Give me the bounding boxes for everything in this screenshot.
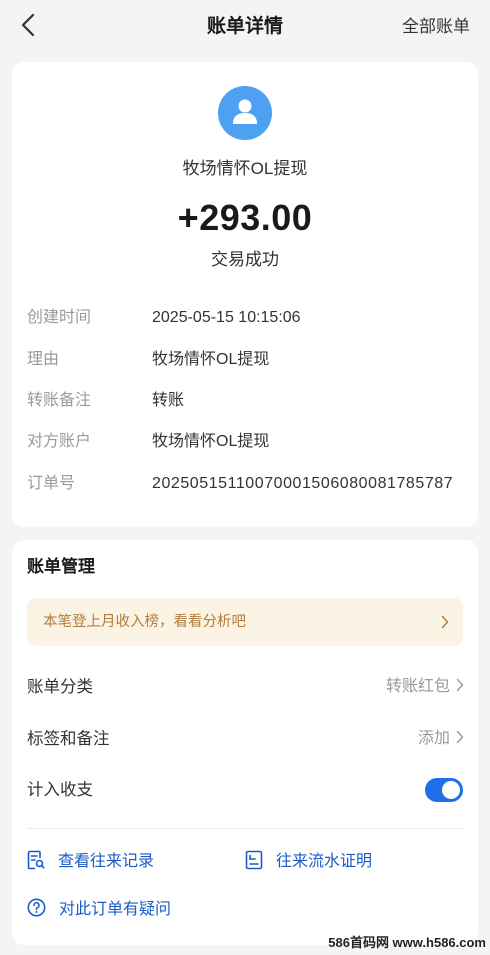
income-ranking-banner[interactable]: 本笔登上月收入榜，看看分析吧 — [27, 598, 463, 646]
detail-value-counterparty-account: 牧场情怀OL提现 — [152, 433, 270, 450]
banner-text: 本笔登上月收入榜，看看分析吧 — [43, 614, 246, 630]
status-text: 交易成功 — [211, 250, 279, 269]
detail-label-counterparty-account: 对方账户 — [27, 433, 92, 450]
detail-value-created-time: 2025-05-15 10:15:06 — [152, 309, 301, 326]
all-bills-link[interactable]: 全部账单 — [402, 16, 470, 38]
toggle-knob — [442, 781, 460, 799]
section-title: 账单管理 — [27, 557, 95, 576]
category-value: 转账红包 — [385, 678, 450, 695]
chevron-right-icon — [456, 678, 464, 697]
chevron-right-icon — [456, 730, 464, 749]
detail-label-created-time: 创建时间 — [27, 309, 92, 326]
transaction-proof-text: 往来流水证明 — [276, 853, 373, 870]
question-circle-icon — [27, 898, 46, 922]
user-icon — [230, 96, 260, 131]
chevron-right-icon — [441, 615, 449, 634]
include-in-stats-label: 计入收支 — [27, 781, 93, 799]
tags-notes-add[interactable]: 添加 — [418, 728, 464, 750]
category-selector[interactable]: 转账红包 — [386, 676, 464, 698]
detail-label-reason: 理由 — [27, 351, 60, 368]
include-in-stats-toggle[interactable] — [425, 778, 463, 802]
order-question-link[interactable]: 对此订单有疑问 — [27, 898, 172, 922]
amount: +293.00 — [177, 197, 313, 238]
detail-value-reason: 牧场情怀OL提现 — [152, 351, 270, 368]
divider — [27, 828, 463, 829]
document-icon — [245, 850, 263, 875]
watermark: 586首码网 www.h586.com — [328, 935, 486, 950]
detail-value-order-number: 20250515110070001506080081785787 — [152, 475, 454, 492]
order-question-text: 对此订单有疑问 — [59, 901, 172, 918]
detail-label-order-number: 订单号 — [27, 475, 76, 492]
avatar — [218, 86, 272, 140]
category-label: 账单分类 — [27, 678, 93, 696]
detail-label-remark: 转账备注 — [27, 392, 92, 409]
tags-notes-value: 添加 — [417, 730, 450, 747]
transaction-proof-link[interactable]: 往来流水证明 — [245, 850, 373, 875]
view-history-link[interactable]: 查看往来记录 — [27, 850, 155, 875]
counterparty-name: 牧场情怀OL提现 — [182, 159, 308, 178]
tags-notes-label: 标签和备注 — [27, 730, 110, 748]
detail-value-remark: 转账 — [152, 392, 185, 409]
record-search-icon — [27, 850, 45, 875]
view-history-text: 查看往来记录 — [58, 853, 155, 870]
